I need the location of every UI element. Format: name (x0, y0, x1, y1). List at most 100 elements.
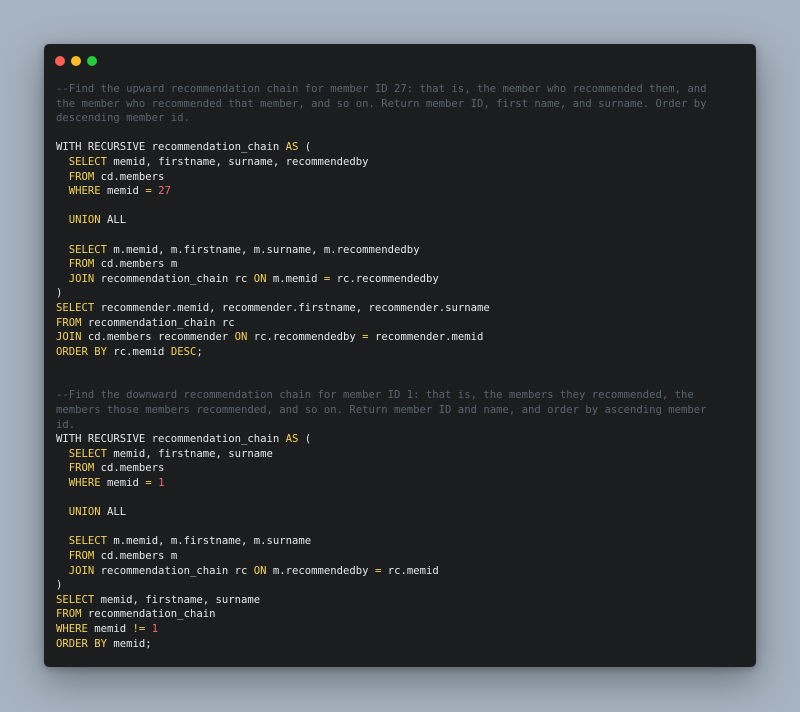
sql-keyword: UNION (68, 506, 101, 519)
code-line: SELECT memid, firstname, surname, recomm… (56, 155, 738, 170)
sql-keyword: JOIN (68, 272, 95, 285)
sql-comment: descending member id. (56, 112, 190, 125)
code-line: SELECT memid, firstname, surname (56, 593, 738, 608)
sql-keyword: WHERE (56, 622, 88, 635)
window-controls (55, 56, 97, 66)
sql-text: memid (100, 477, 146, 490)
code-line: FROM cd.members (56, 170, 738, 185)
sql-keyword: ON (253, 564, 267, 577)
sql-text: memid; (107, 637, 152, 650)
sql-keyword: SELECT (68, 535, 108, 548)
code-line: JOIN recommendation_chain rc ON m.recomm… (56, 564, 738, 579)
code-line: members those members recommended, and s… (56, 403, 738, 418)
sql-text: m.memid, m.firstname, m.surname, m.recom… (107, 243, 420, 256)
sql-text: ( (298, 433, 312, 446)
code-line: ) (56, 578, 738, 593)
sql-keyword: SELECT (68, 447, 108, 460)
sql-text: memid (87, 622, 133, 635)
code-line: --Find the downward recommendation chain… (56, 388, 738, 403)
sql-keyword: ON (253, 272, 267, 285)
code-line: SELECT m.memid, m.firstname, m.surname, … (56, 243, 738, 258)
sql-text: memid, firstname, surname, recommendedby (107, 155, 369, 168)
sql-keyword: FROM (68, 550, 95, 562)
sql-keyword: FROM (68, 258, 95, 271)
sql-comment: members those members recommended, and s… (56, 404, 707, 417)
sql-number: 27 (158, 185, 171, 198)
sql-text: recommendation_chain rc (81, 316, 235, 329)
sql-text: cd.members m (94, 550, 178, 562)
sql-keyword: DESC (170, 345, 197, 358)
sql-comment: id. (56, 418, 76, 431)
sql-keyword: SELECT (68, 155, 108, 168)
code-line: the member who recommended that member, … (56, 97, 738, 112)
zoom-window-icon[interactable] (87, 56, 97, 66)
sql-comment: --Find the upward recommendation chain f… (56, 83, 707, 95)
sql-keyword: JOIN (68, 564, 95, 577)
code-line: FROM cd.members (56, 461, 738, 476)
minimize-window-icon[interactable] (71, 56, 81, 66)
sql-text: rc.recommendedby (247, 331, 363, 344)
code-line: FROM cd.members m (56, 549, 738, 564)
code-line: WHERE memid = 27 (56, 184, 738, 199)
sql-text: memid, firstname, surname (107, 447, 273, 460)
sql-keyword: ON (234, 331, 248, 344)
code-line: ) (56, 286, 738, 301)
sql-keyword: ORDER BY (56, 345, 108, 358)
sql-keyword: SELECT (68, 243, 108, 256)
sql-text: memid, firstname, surname (94, 593, 261, 606)
sql-text: m.memid (266, 272, 324, 285)
sql-number: 1 (151, 622, 159, 635)
sql-text: m.memid, m.firstname, m.surname (107, 535, 312, 548)
sql-keyword: FROM (56, 608, 82, 621)
sql-keyword: JOIN (56, 331, 82, 344)
sql-text: ; (196, 345, 203, 358)
code-line: descending member id. (56, 111, 738, 126)
sql-text: rc.memid (107, 345, 171, 358)
sql-text: memid (100, 185, 146, 198)
sql-number: 1 (158, 477, 165, 490)
code-line: id. (56, 418, 738, 433)
code-line: WITH RECURSIVE recommendation_chain AS ( (56, 432, 738, 447)
code-line: SELECT m.memid, m.firstname, m.surname (56, 534, 738, 549)
sql-text: m.recommendedby (266, 564, 375, 577)
sql-keyword: AS (285, 141, 299, 154)
sql-comment: the member who recommended that member, … (56, 97, 707, 110)
sql-keyword: FROM (56, 316, 82, 329)
code-line: JOIN cd.members recommender ON rc.recomm… (56, 330, 738, 345)
close-window-icon[interactable] (55, 56, 65, 66)
sql-text: recommender.memid (368, 331, 484, 344)
sql-text: WITH RECURSIVE recommendation_chain (56, 141, 286, 154)
code-line: FROM cd.members m (56, 257, 738, 272)
code-line: WHERE memid != 1 (56, 622, 738, 637)
sql-keyword: UNION (68, 214, 101, 227)
code-line: WITH RECURSIVE recommendation_chain AS ( (56, 140, 738, 155)
code-line: WHERE memid = 1 (56, 476, 738, 491)
sql-text: ALL (100, 214, 127, 227)
code-line: FROM recommendation_chain (56, 607, 738, 622)
sql-text: cd.members recommender (81, 331, 235, 344)
sql-keyword: ORDER BY (56, 637, 108, 650)
sql-text: recommendation_chain (81, 608, 216, 621)
code-line: JOIN recommendation_chain rc ON m.memid … (56, 272, 738, 287)
sql-keyword: AS (285, 433, 299, 446)
